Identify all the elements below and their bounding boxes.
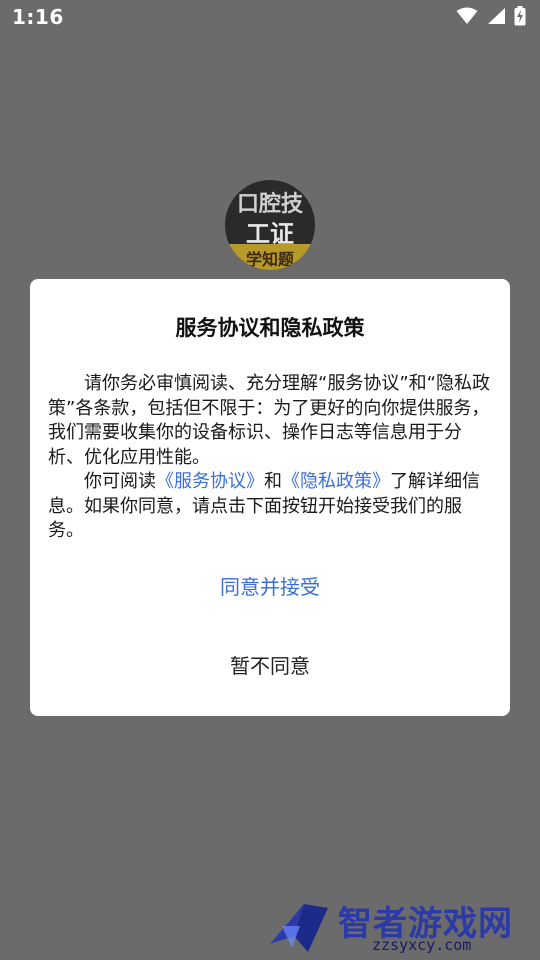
- watermark: 智者游戏网 zzsyxcy.com: [260, 890, 540, 960]
- dialog-paragraph-2: 你可阅读《服务协议》和《隐私政策》了解详细信息。如果你同意，请点击下面按钮开始接…: [48, 470, 494, 544]
- watermark-url: zzsyxcy.com: [372, 936, 472, 954]
- privacy-policy-link[interactable]: 《隐私政策》: [282, 471, 390, 492]
- wifi-icon: [456, 7, 478, 29]
- p2-prefix: 你可阅读: [84, 471, 156, 492]
- battery-charging-icon: [514, 6, 526, 30]
- watermark-logo-icon: [264, 896, 336, 960]
- app-logo-line3: 学知题: [245, 250, 294, 269]
- dialog-paragraph-1: 请你务必审慎阅读、充分理解“服务协议”和“隐私政策”各条款，包括但不限于：为了更…: [48, 373, 490, 468]
- decline-button[interactable]: 暂不同意: [30, 648, 510, 684]
- signal-icon: [486, 7, 506, 29]
- screen: 1:16 口腔技 工证 学知题 服务协议和隐私政策 请你务必审慎阅读、充分理解“…: [0, 0, 540, 960]
- status-bar: 1:16: [0, 0, 540, 36]
- service-agreement-link[interactable]: 《服务协议》: [156, 471, 264, 492]
- dialog-body: 请你务必审慎阅读、充分理解“服务协议”和“隐私政策”各条款，包括但不限于：为了更…: [48, 372, 494, 544]
- app-logo: 口腔技 工证 学知题: [225, 180, 315, 270]
- privacy-dialog: 服务协议和隐私政策 请你务必审慎阅读、充分理解“服务协议”和“隐私政策”各条款，…: [30, 279, 510, 716]
- p2-and: 和: [264, 471, 282, 492]
- status-time: 1:16: [12, 5, 64, 29]
- dialog-title: 服务协议和隐私政策: [175, 316, 365, 340]
- accept-button[interactable]: 同意并接受: [30, 569, 510, 605]
- status-icons: [456, 6, 526, 30]
